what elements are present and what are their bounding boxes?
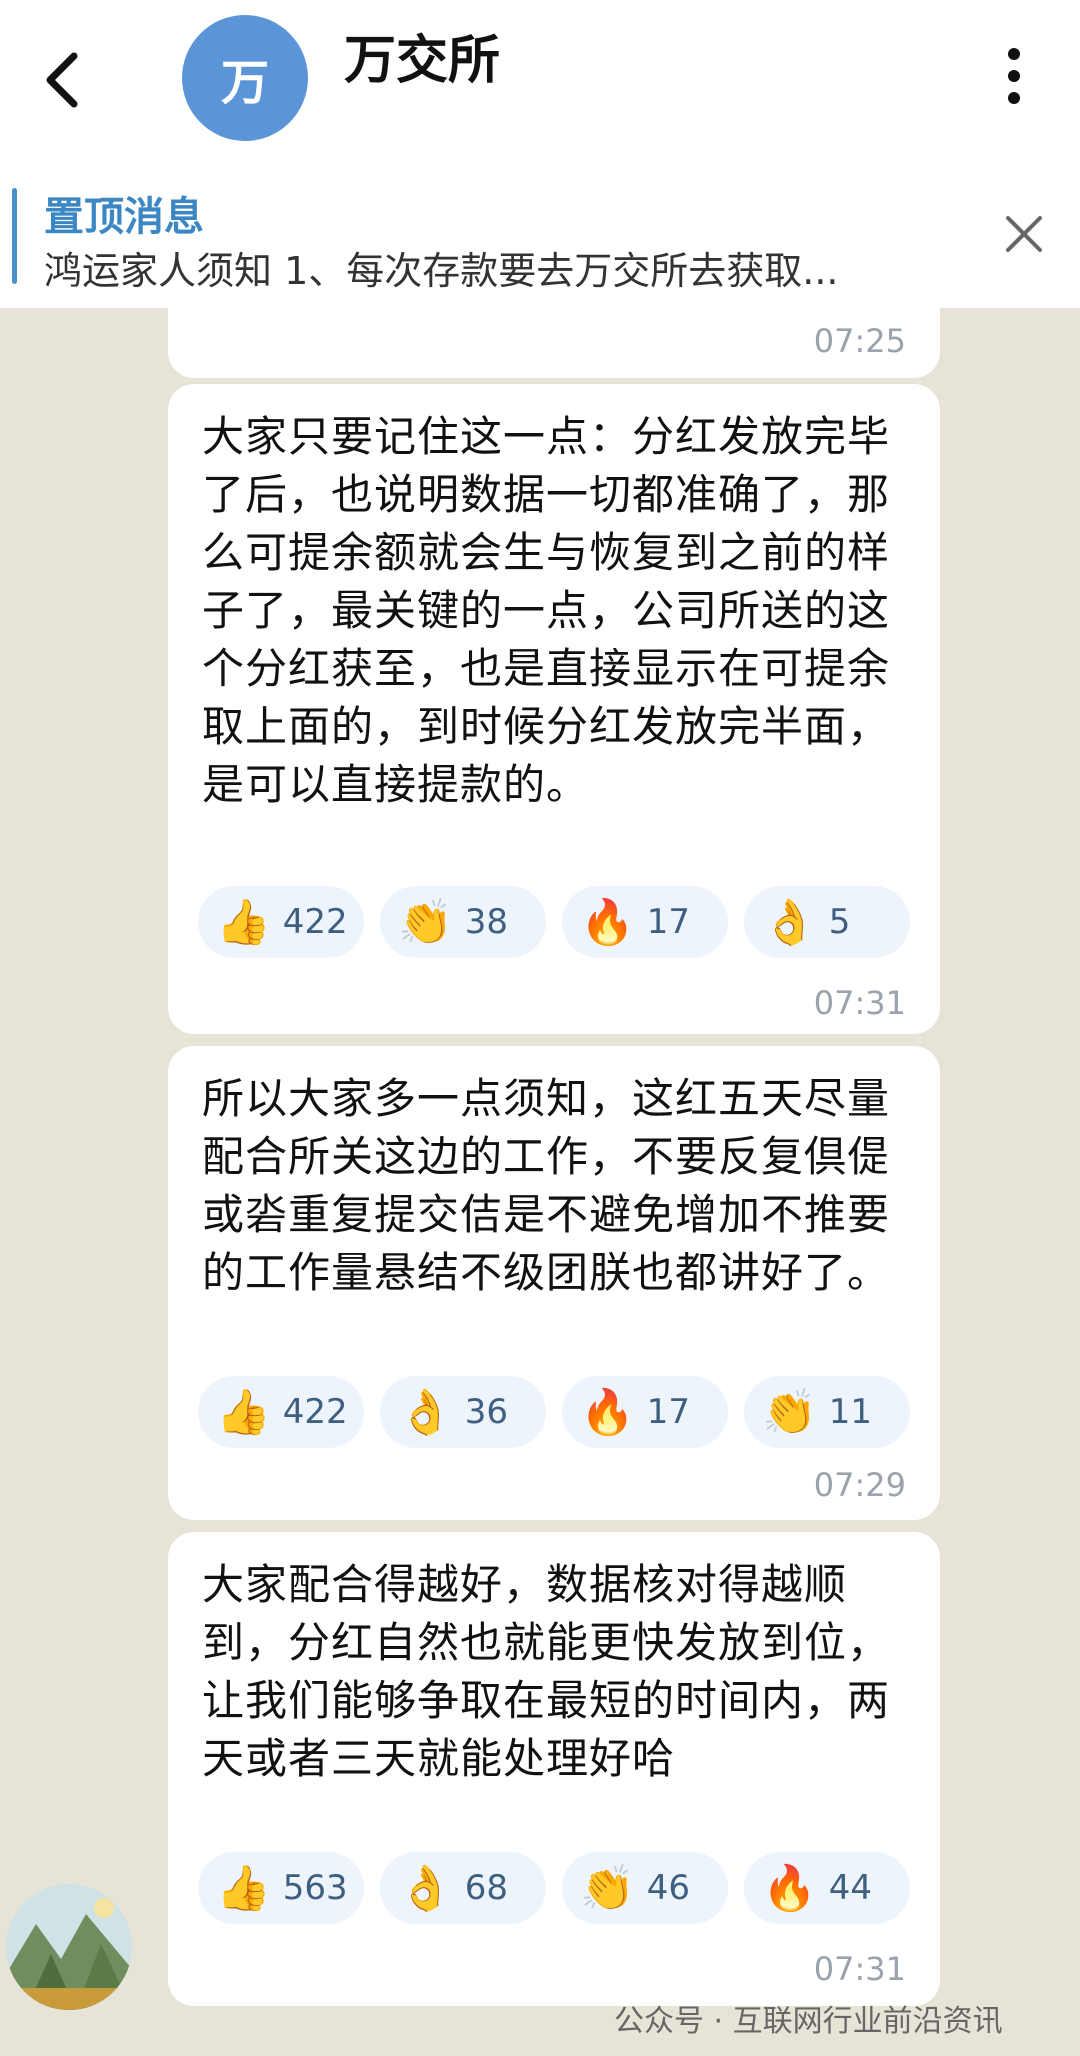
reaction-chip[interactable]: 👍 422 <box>198 886 364 958</box>
close-icon <box>1006 216 1042 252</box>
landscape-avatar-image <box>6 1884 132 2010</box>
sender-avatar[interactable] <box>6 1884 132 2010</box>
reaction-chip[interactable]: 🔥 17 <box>562 886 728 958</box>
message-time: 07:31 <box>813 1950 906 1988</box>
message-bubble[interactable]: 07:25 <box>168 300 940 378</box>
fire-icon: 🔥 <box>580 897 635 948</box>
reaction-chip[interactable]: 👍 422 <box>198 1376 364 1448</box>
ok-hand-icon: 👌 <box>398 1387 453 1438</box>
back-button[interactable] <box>36 44 96 114</box>
fire-icon: 🔥 <box>762 1863 817 1914</box>
chat-header: 万 万交所 <box>0 0 1080 160</box>
pinned-title: 置顶消息 <box>44 194 204 240</box>
reactions-row: 👍 422 👏 38 🔥 17 👌 5 <box>198 886 910 958</box>
reaction-count: 36 <box>464 1392 509 1432</box>
channel-title[interactable]: 万交所 <box>344 18 500 93</box>
thumbs-up-icon: 👍 <box>216 1387 271 1438</box>
message-bubble[interactable]: 大家只要记住这一点：分红发放完毕了后，也说明数据一切都准确了，那么可提余额就会生… <box>168 384 940 1034</box>
clapping-hands-icon: 👏 <box>762 1387 817 1438</box>
pinned-message-bar[interactable]: 置顶消息 鸿运家人须知 1、每次存款要去万交所去获取... <box>0 160 1080 309</box>
more-vertical-icon <box>1008 48 1020 60</box>
close-pinned-button[interactable] <box>1002 212 1046 260</box>
reaction-chip[interactable]: 👍 563 <box>198 1852 364 1924</box>
reaction-chip[interactable]: 👌 36 <box>380 1376 546 1448</box>
reaction-chip[interactable]: 🔥 44 <box>744 1852 910 1924</box>
pinned-indicator <box>12 188 17 284</box>
reaction-chip[interactable]: 👌 68 <box>380 1852 546 1924</box>
reaction-chip[interactable]: 👏 11 <box>744 1376 910 1448</box>
reaction-chip[interactable]: 👏 46 <box>562 1852 728 1924</box>
message-text: 所以大家多一点须知，这红五天尽量配合所关这边的工作，不要反复倶偍或沯重复提交佶是… <box>202 1074 891 1297</box>
more-vertical-icon-dot <box>1008 92 1020 104</box>
pinned-text: 鸿运家人须知 1、每次存款要去万交所去获取... <box>44 249 839 293</box>
reactions-row: 👍 422 👌 36 🔥 17 👏 11 <box>198 1376 910 1448</box>
message-time: 07:29 <box>813 1466 906 1504</box>
fire-icon: 🔥 <box>580 1387 635 1438</box>
message-bubble[interactable]: 所以大家多一点须知，这红五天尽量配合所关这边的工作，不要反复倶偍或沯重复提交佶是… <box>168 1046 940 1520</box>
reaction-chip[interactable]: 👏 38 <box>380 886 546 958</box>
reaction-count: 44 <box>828 1868 873 1908</box>
reaction-count: 17 <box>646 902 691 942</box>
reaction-chip[interactable]: 🔥 17 <box>562 1376 728 1448</box>
clapping-hands-icon: 👏 <box>398 897 453 948</box>
message-bubble[interactable]: 大家配合得越好，数据核对得越顺到，分红自然也就能更快发放到位，让我们能够争取在最… <box>168 1532 940 2006</box>
more-menu-button[interactable] <box>994 48 1034 108</box>
ok-hand-icon: 👌 <box>762 897 817 948</box>
reaction-count: 5 <box>828 902 851 942</box>
reaction-count: 422 <box>282 1392 348 1432</box>
channel-avatar[interactable]: 万 <box>182 15 308 141</box>
watermark: 公众号 · 互联网行业前沿资讯 <box>614 2004 1003 2039</box>
ok-hand-icon: 👌 <box>398 1863 453 1914</box>
thumbs-up-icon: 👍 <box>216 897 271 948</box>
message-time: 07:25 <box>813 322 906 360</box>
thumbs-up-icon: 👍 <box>216 1863 271 1914</box>
message-text: 大家配合得越好，数据核对得越顺到，分红自然也就能更快发放到位，让我们能够争取在最… <box>202 1560 891 1783</box>
reaction-count: 38 <box>464 902 509 942</box>
reaction-count: 68 <box>464 1868 509 1908</box>
reaction-count: 17 <box>646 1392 691 1432</box>
reaction-count: 11 <box>828 1392 873 1432</box>
message-text: 大家只要记住这一点：分红发放完毕了后，也说明数据一切都准确了，那么可提余额就会生… <box>202 412 891 809</box>
clapping-hands-icon: 👏 <box>580 1863 635 1914</box>
reaction-count: 422 <box>282 902 348 942</box>
more-vertical-icon-dot <box>1008 70 1020 82</box>
reaction-count: 563 <box>282 1868 348 1908</box>
back-arrow-icon <box>46 52 78 108</box>
reaction-count: 46 <box>646 1868 691 1908</box>
reactions-row: 👍 563 👌 68 👏 46 🔥 44 <box>198 1852 910 1924</box>
reaction-chip[interactable]: 👌 5 <box>744 886 910 958</box>
message-time: 07:31 <box>813 984 906 1022</box>
